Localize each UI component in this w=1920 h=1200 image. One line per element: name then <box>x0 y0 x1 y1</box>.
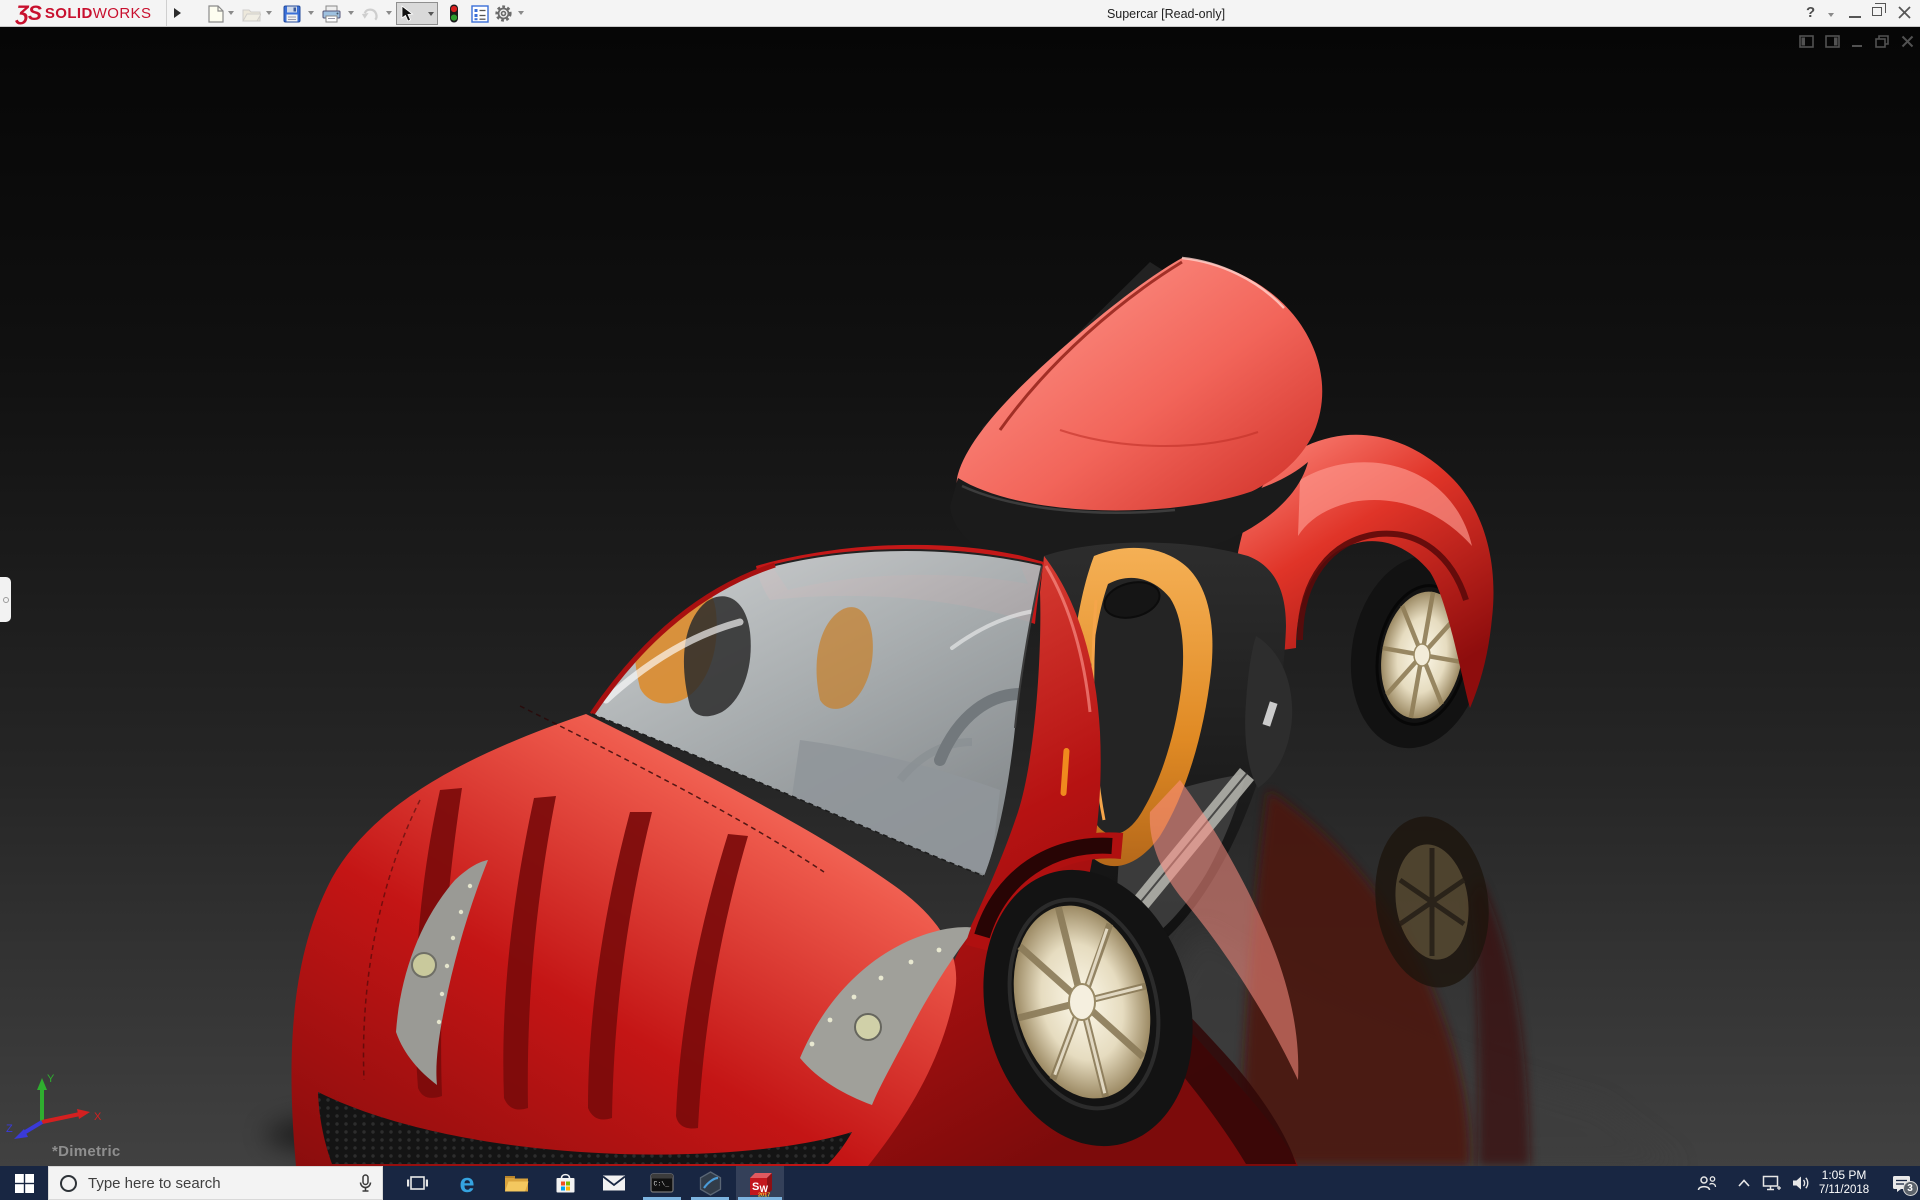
print-dropdown-caret[interactable] <box>348 11 354 15</box>
3d-model-canvas[interactable] <box>0 27 1920 1166</box>
cmd-prompt-text: C:\_ <box>654 1181 670 1188</box>
feature-manager-collapsed-tab[interactable] <box>0 577 11 622</box>
new-document-button[interactable] <box>206 4 225 23</box>
notification-badge: 3 <box>1902 1180 1918 1196</box>
open-dropdown-caret[interactable] <box>266 11 272 15</box>
store-icon <box>556 1173 574 1193</box>
triad-z-label: Z <box>6 1123 13 1135</box>
windows-taskbar: e <box>0 1166 1920 1200</box>
edge-button[interactable]: e <box>444 1166 490 1200</box>
store-button[interactable] <box>542 1166 588 1200</box>
task-view-button[interactable] <box>394 1166 440 1200</box>
task-view-icon <box>406 1176 428 1190</box>
taskbar-search[interactable] <box>48 1166 383 1200</box>
properties-list-button[interactable] <box>470 4 489 23</box>
tray-overflow-button[interactable] <box>1733 1166 1755 1200</box>
tray-time: 1:05 PM <box>1821 1168 1867 1183</box>
solidworks-logo: ƷS SOLID WORKS <box>16 1 152 25</box>
sw-letter-s: S <box>752 1181 759 1193</box>
command-prompt-icon: C:\_ <box>650 1173 674 1193</box>
close-button[interactable] <box>1898 6 1911 24</box>
rebuild-stoplight-button[interactable] <box>444 4 463 23</box>
start-button[interactable] <box>0 1166 48 1200</box>
ds-logo-mark: ƷS <box>16 1 42 25</box>
show-pane-2-icon[interactable] <box>1825 35 1840 48</box>
search-input[interactable] <box>88 1174 359 1192</box>
document-window-controls <box>1799 35 1914 48</box>
file-explorer-button[interactable] <box>493 1166 539 1200</box>
open-button[interactable] <box>242 4 261 23</box>
network-icon <box>1762 1175 1781 1191</box>
save-button[interactable] <box>282 4 301 23</box>
mail-button[interactable] <box>591 1166 637 1200</box>
solidworks-taskbar-button[interactable]: S W 2017 <box>736 1166 784 1200</box>
new-dropdown-caret[interactable] <box>228 11 234 15</box>
select-dropdown-caret[interactable] <box>428 11 434 16</box>
network-button[interactable] <box>1757 1166 1785 1200</box>
undo-dropdown-caret[interactable] <box>386 11 392 15</box>
visualize-hexagon-icon <box>699 1170 721 1196</box>
taskbar-clock[interactable]: 1:05 PM 7/11/2018 <box>1814 1166 1874 1200</box>
doc-close-icon[interactable] <box>1901 35 1914 48</box>
solidworks-2017-icon: S W 2017 <box>749 1172 772 1197</box>
doc-restore-icon[interactable] <box>1875 35 1890 48</box>
options-gear-button[interactable] <box>494 4 513 23</box>
file-explorer-icon <box>504 1176 528 1192</box>
microphone-icon[interactable] <box>359 1173 372 1193</box>
action-center-button[interactable]: 3 <box>1884 1166 1918 1200</box>
speaker-icon <box>1792 1176 1808 1190</box>
cursor-icon <box>401 5 414 22</box>
tray-date: 7/11/2018 <box>1818 1184 1870 1197</box>
triad-y-label: Y <box>47 1073 55 1085</box>
people-icon <box>1697 1176 1717 1191</box>
show-pane-icon[interactable] <box>1799 35 1814 48</box>
help-button[interactable]: ? <box>1806 4 1815 21</box>
document-title: Supercar [Read-only] <box>1106 7 1226 21</box>
search-icon <box>60 1174 77 1192</box>
edge-icon: e <box>459 1167 475 1198</box>
solidworks-window: ƷS SOLID WORKS Supercar [Read-only] ? X … <box>0 0 1920 1200</box>
menu-flyout-arrow-icon[interactable] <box>174 8 181 18</box>
triad-x-label: X <box>94 1111 102 1123</box>
chevron-up-icon <box>1738 1179 1750 1187</box>
print-button[interactable] <box>322 4 341 23</box>
sw-year: 2017 <box>758 1192 770 1197</box>
save-dropdown-caret[interactable] <box>308 11 314 15</box>
doc-minimize-icon[interactable] <box>1851 35 1864 48</box>
expand-pane-icon <box>2 596 9 603</box>
minimize-button[interactable] <box>1849 16 1861 18</box>
view-orientation-label: *Dimetric <box>52 1143 121 1160</box>
help-dropdown-caret[interactable] <box>1828 13 1834 17</box>
restore-button[interactable] <box>1872 3 1886 16</box>
mail-icon <box>602 1175 626 1191</box>
visualize-button[interactable] <box>687 1166 733 1200</box>
options-dropdown-caret[interactable] <box>518 11 524 15</box>
undo-button[interactable] <box>360 4 379 23</box>
volume-button[interactable] <box>1787 1166 1815 1200</box>
title-bar: ƷS SOLID WORKS Supercar [Read-only] ? <box>0 0 1920 27</box>
select-tool-button[interactable] <box>396 2 438 25</box>
divider <box>166 0 167 26</box>
people-button[interactable] <box>1692 1166 1722 1200</box>
command-prompt-button[interactable]: C:\_ <box>639 1166 685 1200</box>
graphics-viewport[interactable]: X Y Z *Dimetric <box>0 27 1920 1166</box>
orientation-triad[interactable]: X Y Z <box>4 1040 114 1140</box>
windows-logo-icon <box>14 1173 34 1193</box>
